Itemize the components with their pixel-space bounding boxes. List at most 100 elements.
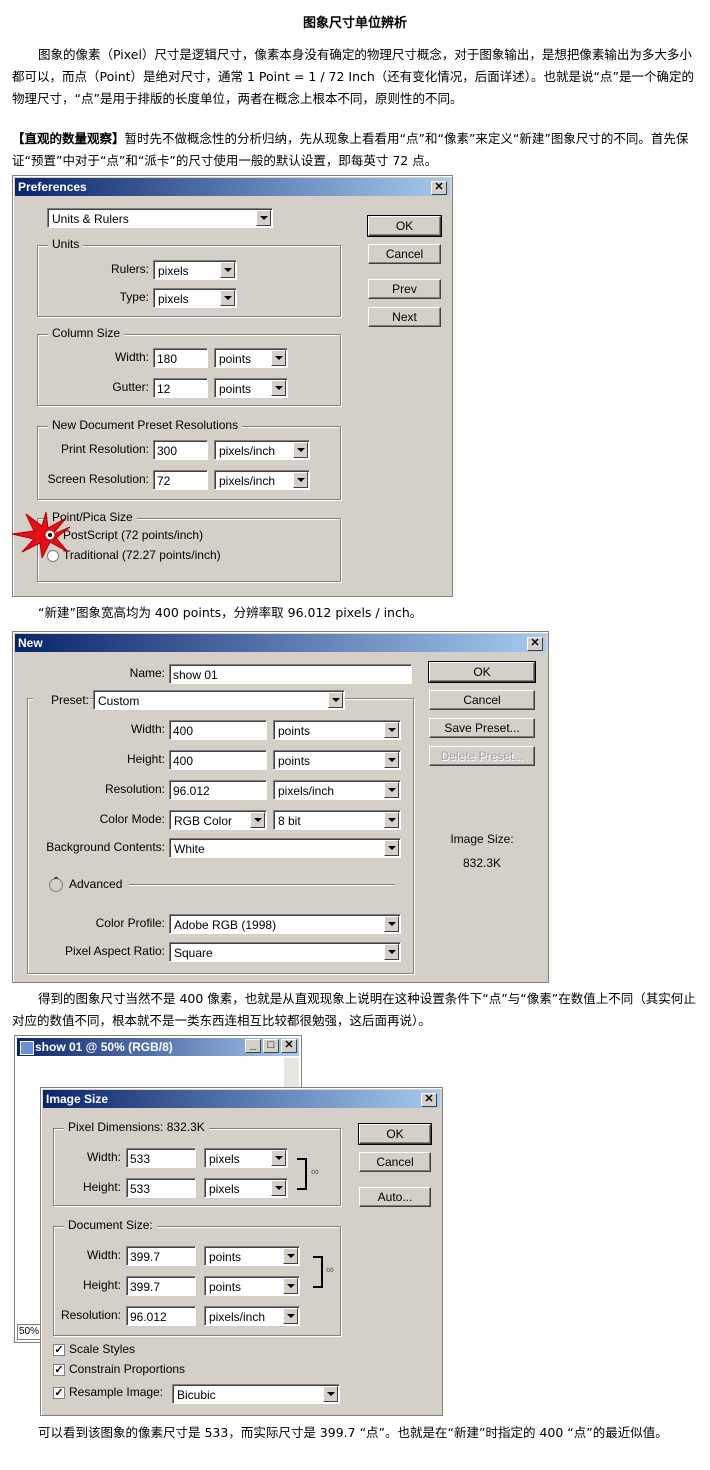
pixel-height-input[interactable]: 533 xyxy=(126,1178,196,1198)
pixel-aspect-select[interactable]: Square xyxy=(169,942,401,962)
cancel-button[interactable]: Cancel xyxy=(359,1152,431,1172)
new-title: New xyxy=(18,636,43,650)
cancel-button[interactable]: Cancel xyxy=(368,244,441,264)
units-group-title: Units xyxy=(48,237,84,251)
doc-width-label: Width: xyxy=(86,1248,121,1262)
doc-width-unit: points xyxy=(209,1250,242,1264)
chevron-down-icon xyxy=(323,1386,338,1402)
doc-height-unit-select[interactable]: points xyxy=(204,1276,300,1296)
width-unit: points xyxy=(278,724,311,738)
preferences-dialog: Preferences ✕ Units & Rulers Units Ruler… xyxy=(12,175,453,597)
close-icon[interactable]: ✕ xyxy=(421,1093,437,1107)
ok-button[interactable]: OK xyxy=(428,661,536,683)
rulers-select[interactable]: pixels xyxy=(153,260,237,280)
ok-button[interactable]: OK xyxy=(367,215,442,237)
preset-label: Preset: xyxy=(33,693,89,707)
pixel-aspect-value: Square xyxy=(174,946,213,960)
color-profile-label: Color Profile: xyxy=(95,916,165,930)
doc-resolution-input[interactable]: 96.012 xyxy=(126,1306,196,1326)
chevron-down-icon xyxy=(328,692,343,708)
resample-method-select[interactable]: Bicubic xyxy=(172,1384,340,1404)
section-value: Units & Rulers xyxy=(52,212,129,226)
height-label: Height: xyxy=(126,752,165,766)
close-icon[interactable]: ✕ xyxy=(527,637,543,651)
article-title: 图象尺寸单位辨析 xyxy=(302,16,407,31)
image-size-title: Image Size xyxy=(46,1092,109,1106)
resample-image-checkbox[interactable]: ✓ xyxy=(53,1387,65,1399)
delete-preset-button: Delete Preset... xyxy=(429,746,535,766)
pixel-dimensions-label: Pixel Dimensions: xyxy=(68,1120,164,1134)
pixel-link-bracket xyxy=(297,1158,307,1190)
gutter-unit-select[interactable]: points xyxy=(214,378,288,398)
print-resolution-unit-select[interactable]: pixels/inch xyxy=(214,440,310,460)
save-preset-button[interactable]: Save Preset... xyxy=(429,718,535,738)
next-button[interactable]: Next xyxy=(368,307,441,327)
preset-resolutions-title: New Document Preset Resolutions xyxy=(48,418,243,432)
minimize-icon[interactable]: _ xyxy=(245,1039,261,1053)
constrain-proportions-checkbox[interactable]: ✓ xyxy=(53,1364,65,1376)
close-icon[interactable]: ✕ xyxy=(281,1039,297,1053)
chevron-down-icon xyxy=(271,1180,286,1196)
doc-width-input[interactable]: 399.7 xyxy=(126,1246,196,1266)
highlight-star-icon xyxy=(12,512,70,558)
pixel-dimensions-title: Pixel Dimensions: 832.3K xyxy=(64,1120,209,1134)
print-resolution-input[interactable]: 300 xyxy=(153,440,208,460)
auto-button[interactable]: Auto... xyxy=(359,1187,431,1207)
chain-link-icon: ∞ xyxy=(311,1166,319,1178)
close-icon[interactable]: ✕ xyxy=(431,181,447,195)
prev-button[interactable]: Prev xyxy=(368,279,441,299)
chevron-down-icon xyxy=(220,290,235,306)
cancel-button[interactable]: Cancel xyxy=(429,690,535,710)
chevron-down-icon xyxy=(283,1308,298,1324)
resolution-unit: pixels/inch xyxy=(278,784,335,798)
advanced-toggle[interactable]: ⌃ xyxy=(49,876,63,892)
resolution-input[interactable]: 96.012 xyxy=(169,780,267,800)
gutter-input[interactable]: 12 xyxy=(153,378,208,398)
chevron-down-icon xyxy=(250,812,265,828)
chain-link-icon: ∞ xyxy=(326,1264,334,1276)
chevron-down-icon xyxy=(384,840,399,856)
rulers-value: pixels xyxy=(158,264,189,278)
height-unit-select[interactable]: points xyxy=(273,750,401,770)
color-mode-select[interactable]: RGB Color xyxy=(169,810,267,830)
column-width-unit-select[interactable]: points xyxy=(214,348,288,368)
pixel-width-input[interactable]: 533 xyxy=(126,1148,196,1168)
bit-depth-select[interactable]: 8 bit xyxy=(273,810,401,830)
preferences-section-select[interactable]: Units & Rulers xyxy=(47,208,273,228)
width-input[interactable]: 400 xyxy=(169,720,267,740)
pixel-aspect-label: Pixel Aspect Ratio: xyxy=(64,944,165,958)
chevron-down-icon xyxy=(384,916,399,932)
scale-styles-checkbox[interactable]: ✓ xyxy=(53,1344,65,1356)
background-select[interactable]: White xyxy=(169,838,401,858)
rulers-label: Rulers: xyxy=(110,262,149,276)
pixel-height-unit-select[interactable]: pixels xyxy=(204,1178,288,1198)
image-size-dialog: Image Size ✕ Pixel Dimensions: 832.3K Wi… xyxy=(40,1087,443,1416)
pixel-height-unit: pixels xyxy=(209,1182,240,1196)
column-width-input[interactable]: 180 xyxy=(153,348,208,368)
preset-select[interactable]: Custom xyxy=(93,690,345,710)
pixel-width-unit-select[interactable]: pixels xyxy=(204,1148,288,1168)
doc-resolution-unit-select[interactable]: pixels/inch xyxy=(204,1306,300,1326)
chevron-down-icon xyxy=(283,1278,298,1294)
width-unit-select[interactable]: points xyxy=(273,720,401,740)
type-select[interactable]: pixels xyxy=(153,288,237,308)
resolution-unit-select[interactable]: pixels/inch xyxy=(273,780,401,800)
doc-height-input[interactable]: 399.7 xyxy=(126,1276,196,1296)
color-mode-value: RGB Color xyxy=(174,814,233,828)
advanced-divider xyxy=(129,884,395,886)
constrain-proportions-label: Constrain Proportions xyxy=(69,1362,186,1376)
chevron-down-icon xyxy=(271,380,286,396)
chevron-down-icon xyxy=(220,262,235,278)
name-input[interactable]: show 01 xyxy=(169,664,412,684)
maximize-icon[interactable]: □ xyxy=(263,1039,279,1053)
observation-heading: 【直观的数量观察】 xyxy=(12,131,125,146)
screen-resolution-input[interactable]: 72 xyxy=(153,470,208,490)
screen-resolution-unit-select[interactable]: pixels/inch xyxy=(214,470,310,490)
color-profile-select[interactable]: Adobe RGB (1998) xyxy=(169,914,401,934)
height-input[interactable]: 400 xyxy=(169,750,267,770)
ok-button[interactable]: OK xyxy=(358,1123,432,1145)
type-label: Type: xyxy=(119,290,149,304)
doc-width-unit-select[interactable]: points xyxy=(204,1246,300,1266)
chevron-down-icon xyxy=(384,812,399,828)
image-size-value: 832.3K xyxy=(462,856,502,870)
